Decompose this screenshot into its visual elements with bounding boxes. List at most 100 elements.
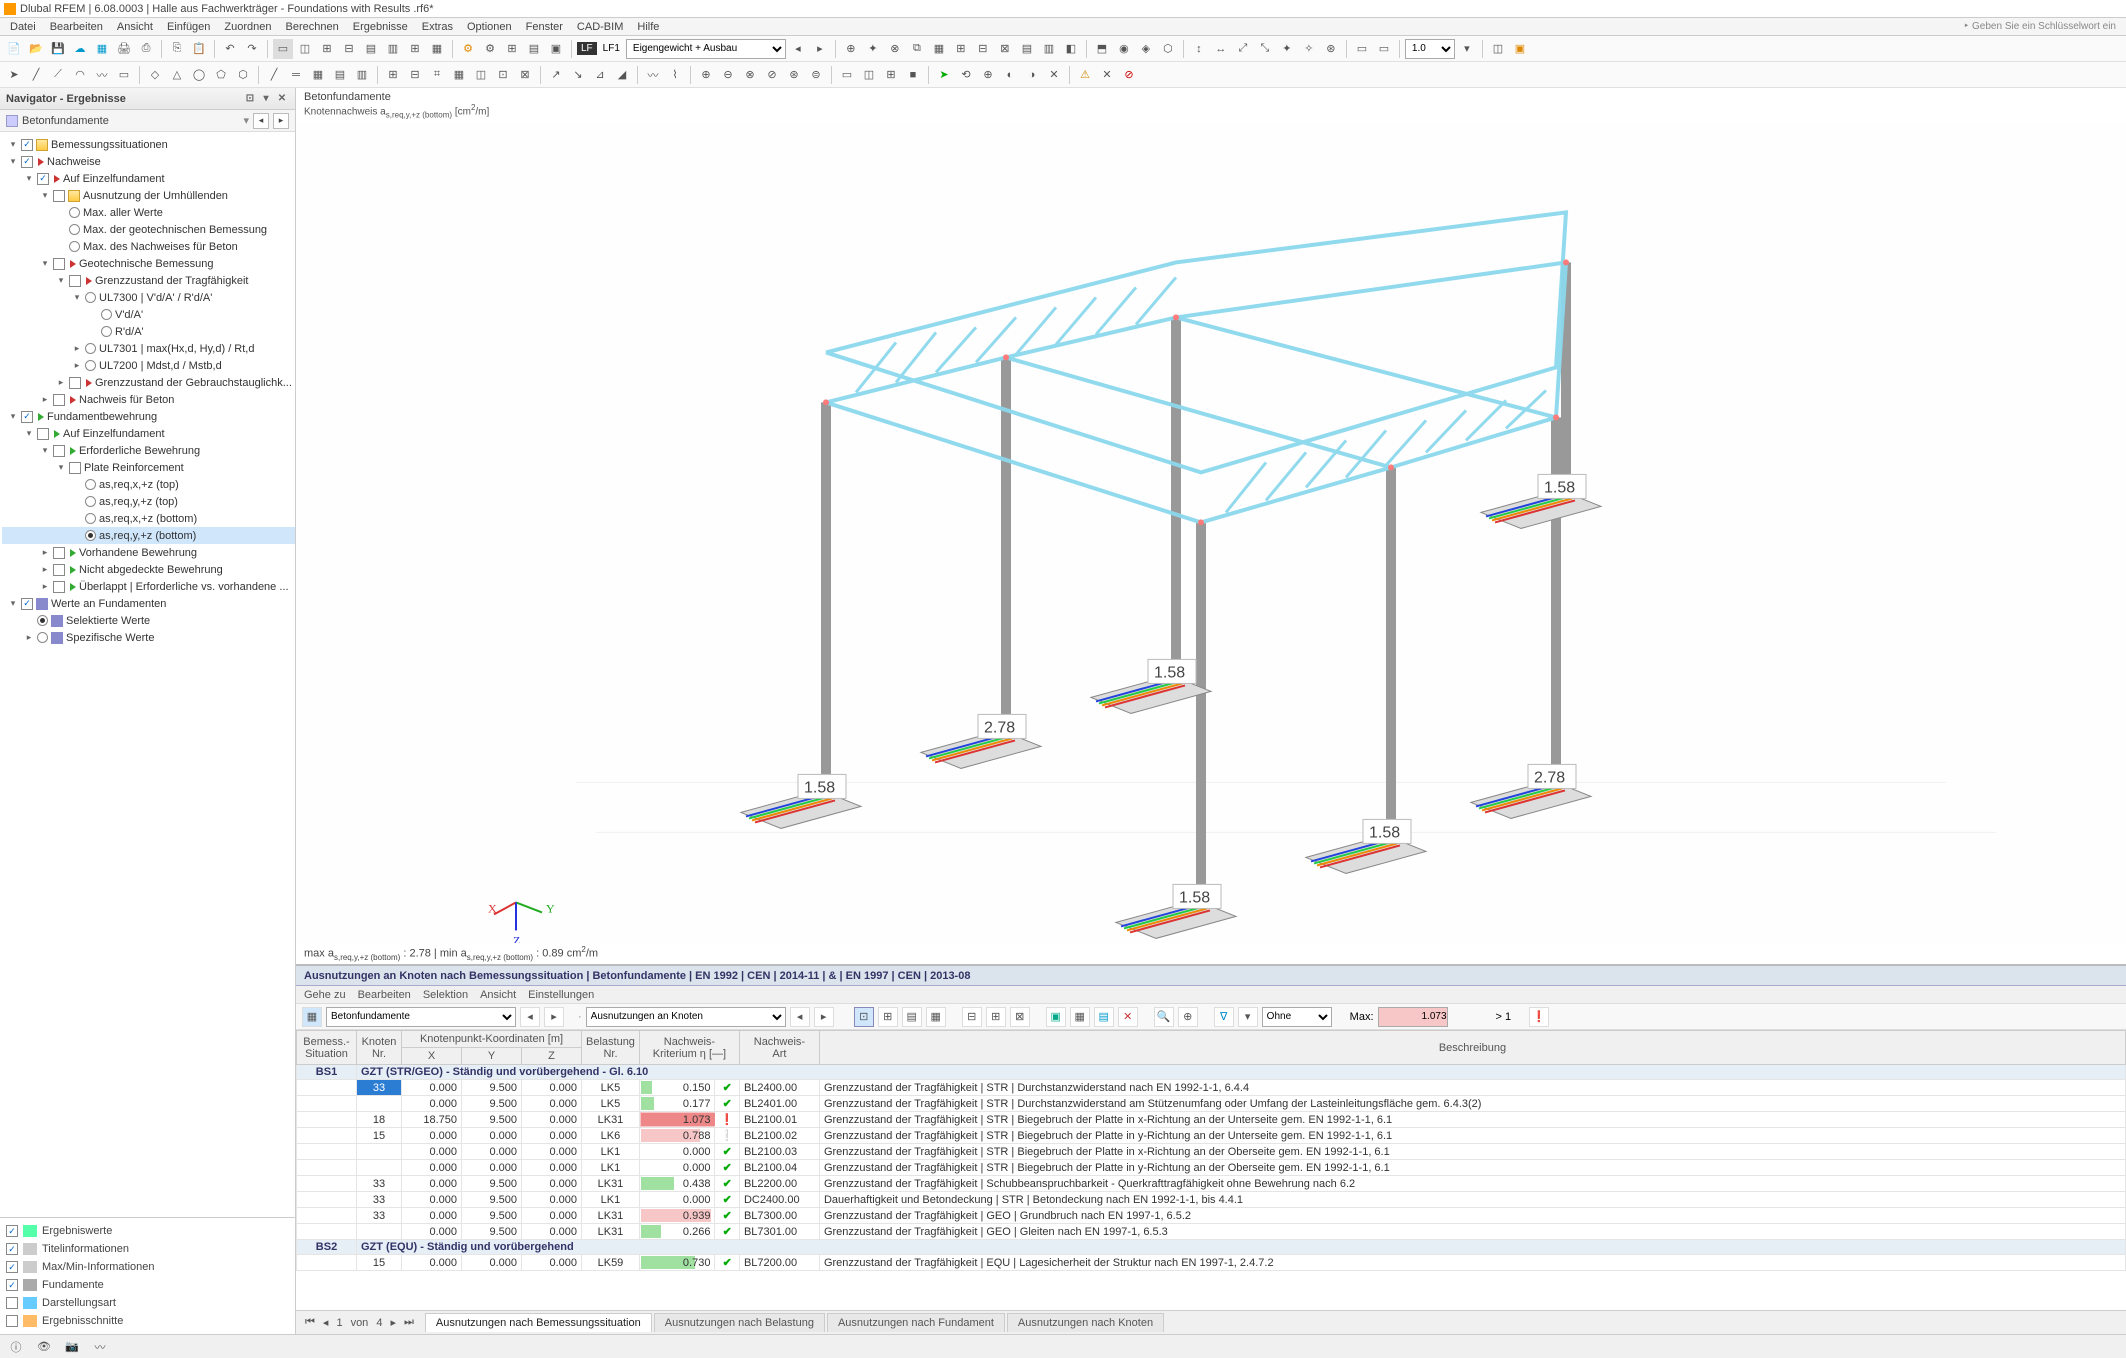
tree-checkbox[interactable] [53,581,65,593]
t2-l-icon[interactable]: ⊟ [405,65,425,85]
t2-d-icon[interactable]: ⬠ [211,65,231,85]
tb-h-icon[interactable]: ⊠ [995,39,1015,59]
t2-q-icon[interactable]: ⊠ [515,65,535,85]
view-2-icon[interactable]: ◫ [295,39,315,59]
rp-tb-n-icon[interactable]: ∇ [1214,1007,1234,1027]
tb-w-icon[interactable]: ▭ [1352,39,1372,59]
tb-g-icon[interactable]: ⊟ [973,39,993,59]
t2-i-icon[interactable]: ▤ [330,65,350,85]
tree-item[interactable]: ▾Erforderliche Bewehrung [2,442,295,459]
print-icon[interactable]: 🖨 [114,39,134,59]
t2-ap-icon[interactable]: ⊘ [1119,65,1139,85]
cloud-icon[interactable]: ☁ [70,39,90,59]
keyword-hint[interactable]: ‣ Geben Sie ein Schlüsselwort ein [1963,21,2122,32]
rp-tb-warn-icon[interactable]: ❗ [1529,1007,1549,1027]
rp-next-icon[interactable]: ▸ [544,1007,564,1027]
checkbox[interactable]: ✓ [6,1279,18,1291]
table-row[interactable]: 0.0000.0000.000 LK1 0.000 ✔ BL2100.03Gre… [297,1144,2126,1160]
checkbox[interactable]: ✓ [6,1225,18,1237]
t2-m-icon[interactable]: ⌗ [427,65,447,85]
tree-checkbox[interactable] [69,377,81,389]
tree-twisty-icon[interactable]: ▸ [56,377,66,388]
menu-datei[interactable]: Datei [4,21,42,33]
tb-t-icon[interactable]: ✦ [1277,39,1297,59]
sb-line-icon[interactable]: 〰 [90,1338,110,1356]
tree-radio[interactable] [69,207,80,218]
tree-radio[interactable] [85,513,96,524]
tree-checkbox[interactable]: ✓ [37,173,49,185]
nav-close-icon[interactable]: ✕ [275,92,289,106]
tree-radio[interactable] [85,530,96,541]
tree-item[interactable]: ▸Grenzzustand der Gebrauchstauglichk... [2,374,295,391]
t2-a-icon[interactable]: ◇ [145,65,165,85]
t2-j-icon[interactable]: ▥ [352,65,372,85]
tree-item[interactable]: ▾Geotechnische Bemessung [2,255,295,272]
pager-next-icon[interactable]: ▸ [387,1316,399,1329]
tree-radio[interactable] [85,292,96,303]
rp-prev2-icon[interactable]: ◂ [790,1007,810,1027]
tree-twisty-icon[interactable]: ▾ [24,428,34,439]
tree-radio[interactable] [101,326,112,337]
table-row[interactable]: 0.0009.5000.000 LK5 0.177 ✔ BL2401.00Gre… [297,1096,2126,1112]
t2-ae-icon[interactable]: ◫ [859,65,879,85]
tb-z-icon[interactable]: ◫ [1488,39,1508,59]
menu-berechnen[interactable]: Berechnen [280,21,345,33]
rp-tb-f-icon[interactable]: ⊞ [986,1007,1006,1027]
menu-zuordnen[interactable]: Zuordnen [218,21,277,33]
rp-tb-i-icon[interactable]: ▦ [1070,1007,1090,1027]
t2-ag-icon[interactable]: ■ [903,65,923,85]
rp-icon-1[interactable]: ▦ [302,1007,322,1027]
open-icon[interactable]: 📂 [26,39,46,59]
rp-tb-j-icon[interactable]: ▤ [1094,1007,1114,1027]
tree-checkbox[interactable]: ✓ [21,411,33,423]
tree-twisty-icon[interactable]: ▸ [40,394,50,405]
undo-icon[interactable]: ↶ [220,39,240,59]
tree-checkbox[interactable] [37,428,49,440]
nav-selector-value[interactable]: Betonfundamente [22,115,239,127]
table-row[interactable]: 15 0.0000.0000.000 LK6 0.788 ❕ BL2100.02… [297,1128,2126,1144]
arc-icon[interactable]: ◠ [70,65,90,85]
t2-o-icon[interactable]: ◫ [471,65,491,85]
menu-einfügen[interactable]: Einfügen [161,21,216,33]
tree-twisty-icon[interactable]: ▾ [56,462,66,473]
t2-ah-icon[interactable]: ➤ [934,65,954,85]
tb-j-icon[interactable]: ▥ [1039,39,1059,59]
t2-ad-icon[interactable]: ▭ [837,65,857,85]
pager-prev-icon[interactable]: ◂ [320,1316,332,1329]
tree-radio[interactable] [69,241,80,252]
tree-item[interactable]: Max. aller Werte [2,204,295,221]
menu-hilfe[interactable]: Hilfe [631,21,665,33]
menu-ansicht[interactable]: Ansicht [111,21,159,33]
tree-item[interactable]: ▾✓Bemessungssituationen [2,136,295,153]
table-row[interactable]: 33 0.0009.5000.000 LK1 0.000 ✔ DC2400.00… [297,1192,2126,1208]
tree-item[interactable]: as,req,y,+z (bottom) [2,527,295,544]
t2-aa-icon[interactable]: ⊘ [762,65,782,85]
t2-x-icon[interactable]: ⊕ [696,65,716,85]
tree-radio[interactable] [37,632,48,643]
tb-d-icon[interactable]: ⧉ [907,39,927,59]
tree-radio[interactable] [37,615,48,626]
t2-f-icon[interactable]: ╱ [264,65,284,85]
results-filter-2[interactable]: Ausnutzungen an Knoten [586,1007,786,1027]
checkbox[interactable]: ✓ [6,1243,18,1255]
results-tab[interactable]: Ausnutzungen nach Knoten [1007,1313,1164,1332]
tb-q-icon[interactable]: ↔ [1211,39,1231,59]
menu-bearbeiten[interactable]: Bearbeiten [44,21,109,33]
tree-twisty-icon[interactable]: ▸ [72,343,82,354]
sb-info-icon[interactable]: ⓘ [6,1338,26,1356]
tree-twisty-icon[interactable]: ▾ [8,156,18,167]
tb-r-icon[interactable]: ⤢ [1233,39,1253,59]
module-icon[interactable]: ▣ [546,39,566,59]
checkbox[interactable] [6,1297,18,1309]
results-menu-ansicht[interactable]: Ansicht [480,989,516,1001]
tree-checkbox[interactable] [69,462,81,474]
cog-icon[interactable]: ⚙ [480,39,500,59]
table-row[interactable]: 33 0.0009.5000.000 LK31 0.939 ✔ BL7300.0… [297,1208,2126,1224]
tb-o-icon[interactable]: ⬡ [1158,39,1178,59]
pointer-icon[interactable]: ➤ [4,65,24,85]
tb-l-icon[interactable]: ⬒ [1092,39,1112,59]
rp-tb-e-icon[interactable]: ⊟ [962,1007,982,1027]
tree-item[interactable]: Selektierte Werte [2,612,295,629]
t2-af-icon[interactable]: ⊞ [881,65,901,85]
table-icon[interactable]: ⊞ [502,39,522,59]
